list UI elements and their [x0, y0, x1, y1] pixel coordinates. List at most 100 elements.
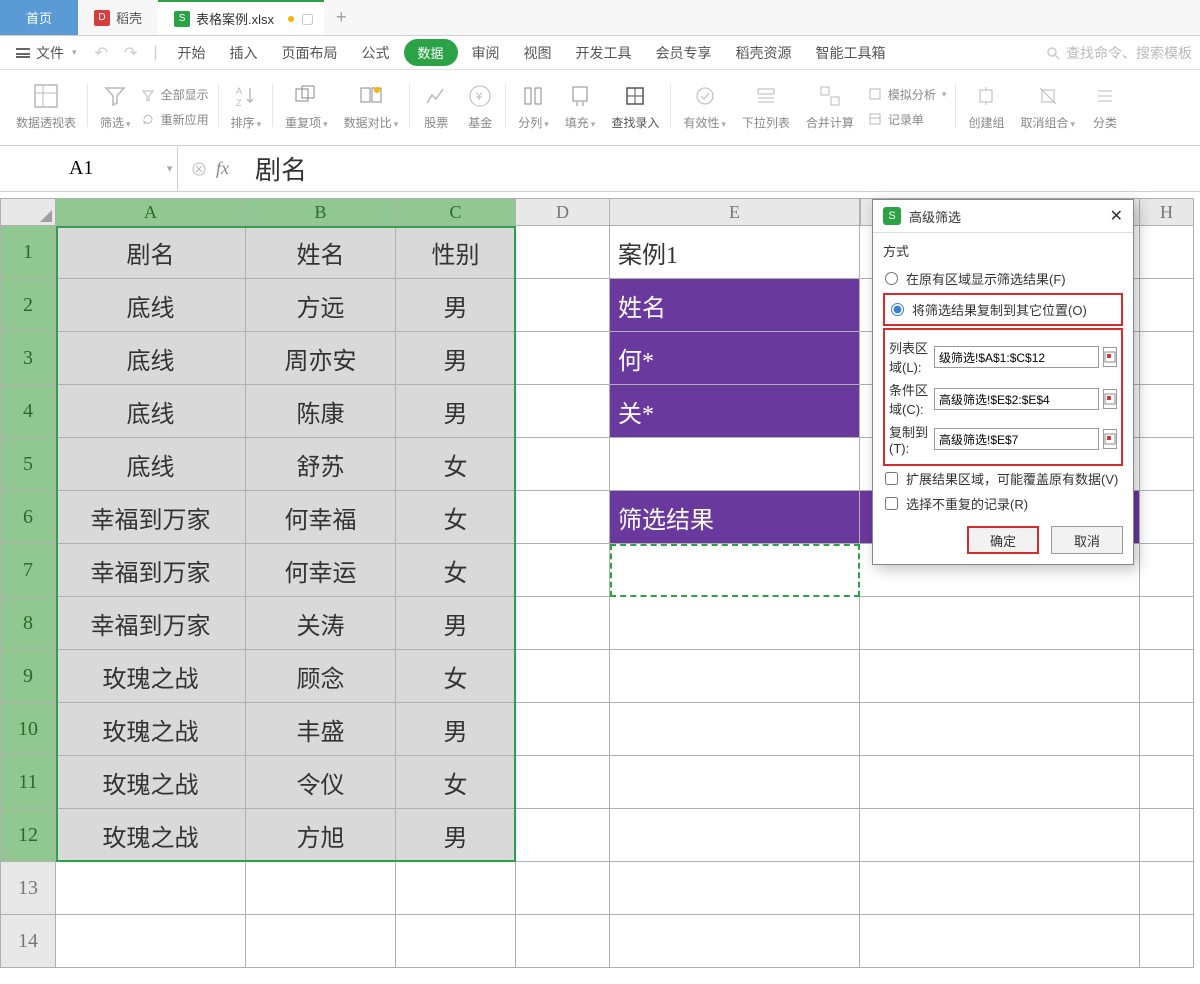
cell[interactable]: 何幸福: [246, 491, 396, 544]
row-header[interactable]: 3: [0, 332, 56, 385]
cell[interactable]: [516, 650, 610, 703]
row-header[interactable]: 12: [0, 809, 56, 862]
cell[interactable]: 顾念: [246, 650, 396, 703]
file-menu[interactable]: 文件 ▾: [8, 43, 85, 63]
cell[interactable]: [516, 809, 610, 862]
stock-button[interactable]: 股票: [416, 80, 456, 133]
cell[interactable]: 何幸运: [246, 544, 396, 597]
cell[interactable]: 案例1: [610, 226, 860, 279]
reapply-button[interactable]: 重新应用: [137, 109, 213, 130]
cell[interactable]: 方旭: [246, 809, 396, 862]
cell[interactable]: [610, 862, 860, 915]
menu-dev[interactable]: 开发工具: [566, 39, 642, 67]
cell[interactable]: [860, 597, 1140, 650]
cell[interactable]: [516, 226, 610, 279]
cell[interactable]: [1140, 862, 1194, 915]
menu-insert[interactable]: 插入: [220, 39, 268, 67]
select-all-corner[interactable]: [0, 198, 56, 226]
find-entry-button[interactable]: 查找录入: [605, 80, 665, 133]
cell[interactable]: 令仪: [246, 756, 396, 809]
cell[interactable]: [246, 862, 396, 915]
consolidate-button[interactable]: 合并计算: [800, 80, 860, 133]
row-header[interactable]: 11: [0, 756, 56, 809]
redo-button[interactable]: ↷: [118, 43, 143, 63]
col-header-b[interactable]: B: [246, 198, 396, 226]
range-picker-button[interactable]: [1103, 389, 1117, 409]
radio-copy-to[interactable]: 将筛选结果复制到其它位置(O): [889, 297, 1117, 322]
record-button[interactable]: 记录单: [864, 109, 951, 130]
cell[interactable]: [1140, 332, 1194, 385]
cell[interactable]: [1140, 226, 1194, 279]
cancel-button[interactable]: 取消: [1051, 526, 1123, 554]
cell[interactable]: 男: [396, 385, 516, 438]
undo-button[interactable]: ↶: [89, 43, 114, 63]
ok-button[interactable]: 确定: [967, 526, 1039, 554]
name-box[interactable]: ▾: [0, 146, 178, 191]
cell[interactable]: [610, 915, 860, 968]
cell[interactable]: [246, 915, 396, 968]
cell[interactable]: [860, 756, 1140, 809]
range-picker-button[interactable]: [1103, 429, 1117, 449]
menu-smart[interactable]: 智能工具箱: [806, 39, 896, 67]
row-header[interactable]: 9: [0, 650, 56, 703]
cell[interactable]: 关*: [610, 385, 860, 438]
cell[interactable]: [860, 809, 1140, 862]
cell[interactable]: [1140, 279, 1194, 332]
cell[interactable]: 女: [396, 756, 516, 809]
cell[interactable]: 幸福到万家: [56, 544, 246, 597]
new-tab-button[interactable]: +: [324, 0, 359, 35]
tab-home[interactable]: 首页: [0, 0, 78, 35]
menu-vip[interactable]: 会员专享: [646, 39, 722, 67]
cell[interactable]: [1140, 915, 1194, 968]
cell[interactable]: 男: [396, 809, 516, 862]
col-header-a[interactable]: A: [56, 198, 246, 226]
cell[interactable]: 玫瑰之战: [56, 650, 246, 703]
cell-reference-input[interactable]: [0, 146, 162, 191]
col-header-c[interactable]: C: [396, 198, 516, 226]
chevron-down-icon[interactable]: ▾: [162, 162, 177, 175]
row-header[interactable]: 5: [0, 438, 56, 491]
row-header[interactable]: 7: [0, 544, 56, 597]
criteria-range-input[interactable]: [934, 388, 1099, 410]
cell[interactable]: 底线: [56, 279, 246, 332]
show-all-button[interactable]: 全部显示: [137, 84, 213, 105]
cell[interactable]: [610, 703, 860, 756]
cell[interactable]: 剧名: [56, 226, 246, 279]
menu-docker-res[interactable]: 稻壳资源: [726, 39, 802, 67]
row-header[interactable]: 2: [0, 279, 56, 332]
row-header[interactable]: 4: [0, 385, 56, 438]
cell[interactable]: 姓名: [610, 279, 860, 332]
command-search[interactable]: 查找命令、搜索模板: [1046, 43, 1192, 63]
cell[interactable]: 底线: [56, 385, 246, 438]
cell[interactable]: [396, 915, 516, 968]
menu-formula[interactable]: 公式: [352, 39, 400, 67]
cell[interactable]: 女: [396, 491, 516, 544]
row-header[interactable]: 1: [0, 226, 56, 279]
cell[interactable]: 丰盛: [246, 703, 396, 756]
cell[interactable]: [610, 438, 860, 491]
filter-button[interactable]: 筛选▾: [94, 80, 137, 133]
cell[interactable]: 底线: [56, 438, 246, 491]
cell[interactable]: 底线: [56, 332, 246, 385]
col-header-e[interactable]: E: [610, 198, 860, 226]
cell[interactable]: 女: [396, 544, 516, 597]
group-button[interactable]: 创建组: [962, 80, 1010, 133]
tab-file-active[interactable]: S 表格案例.xlsx ▢: [158, 0, 324, 35]
ungroup-button[interactable]: 取消组合▾: [1014, 80, 1081, 133]
cell[interactable]: [516, 279, 610, 332]
cell[interactable]: [1140, 756, 1194, 809]
row-header[interactable]: 10: [0, 703, 56, 756]
cell[interactable]: 玫瑰之战: [56, 809, 246, 862]
cell[interactable]: [516, 332, 610, 385]
cell[interactable]: 陈康: [246, 385, 396, 438]
fund-button[interactable]: ¥ 基金: [460, 80, 500, 133]
cell[interactable]: [516, 385, 610, 438]
extend-result-checkbox[interactable]: 扩展结果区域，可能覆盖原有数据(V): [883, 466, 1123, 491]
duplicates-button[interactable]: 重复项▾: [279, 80, 334, 133]
sort-button[interactable]: AZ 排序▾: [225, 80, 268, 133]
cell[interactable]: [516, 438, 610, 491]
cell[interactable]: [396, 862, 516, 915]
cell[interactable]: [516, 491, 610, 544]
cell[interactable]: [1140, 597, 1194, 650]
cell[interactable]: [56, 915, 246, 968]
